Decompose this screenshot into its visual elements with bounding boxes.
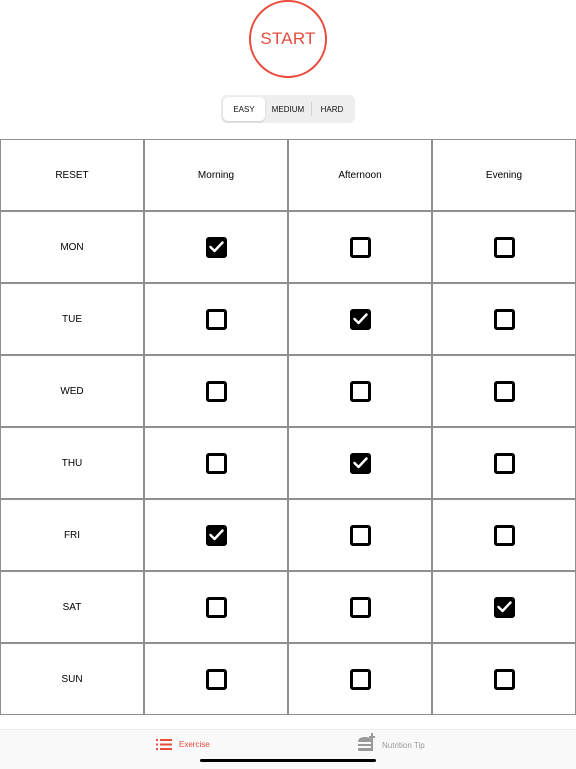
schedule-cell-sat-afternoon	[289, 572, 431, 642]
day-label-sat: SAT	[1, 572, 143, 642]
day-label-wed: WED	[1, 356, 143, 426]
tab-nutrition-tip[interactable]: Nutrition Tip	[357, 733, 425, 751]
schedule-cell-sun-evening	[433, 644, 575, 714]
difficulty-easy[interactable]: EASY	[223, 97, 265, 121]
difficulty-hard[interactable]: HARD	[311, 97, 353, 121]
schedule-cell-thu-evening	[433, 428, 575, 498]
start-button-label: START	[260, 29, 316, 48]
checkmark-icon	[496, 601, 512, 613]
checkbox-tue-afternoon[interactable]	[349, 308, 371, 330]
schedule-cell-tue-morning	[145, 284, 287, 354]
start-button[interactable]: START	[249, 0, 327, 78]
checkbox-sat-evening[interactable]	[493, 596, 515, 618]
checkbox-sun-evening[interactable]	[493, 668, 515, 690]
day-label-text: THU	[61, 457, 83, 469]
day-label-tue: TUE	[1, 284, 143, 354]
checkbox-thu-evening[interactable]	[493, 452, 515, 474]
day-label-text: TUE	[62, 313, 82, 325]
reset-button[interactable]: RESET	[1, 140, 143, 210]
checkbox-mon-afternoon[interactable]	[349, 236, 371, 258]
checkbox-sat-afternoon[interactable]	[349, 596, 371, 618]
difficulty-segmented-control: EASY MEDIUM HARD	[221, 95, 355, 123]
schedule-cell-tue-evening	[433, 284, 575, 354]
schedule-cell-mon-morning	[145, 212, 287, 282]
column-header-evening: Evening	[433, 140, 575, 210]
checkmark-icon	[208, 241, 224, 253]
day-label-sun: SUN	[1, 644, 143, 714]
checkbox-fri-morning[interactable]	[205, 524, 227, 546]
checkbox-fri-afternoon[interactable]	[349, 524, 371, 546]
day-label-text: WED	[60, 385, 84, 397]
column-header-afternoon: Afternoon	[289, 140, 431, 210]
checkbox-tue-evening[interactable]	[493, 308, 515, 330]
checkbox-wed-morning[interactable]	[205, 380, 227, 402]
schedule-cell-thu-morning	[145, 428, 287, 498]
schedule-cell-wed-evening	[433, 356, 575, 426]
column-header-label: Morning	[197, 169, 235, 181]
column-header-label: Afternoon	[338, 169, 382, 181]
schedule-cell-sat-evening	[433, 572, 575, 642]
burger-icon	[358, 733, 375, 751]
list-icon	[156, 739, 172, 750]
column-header-morning: Morning	[145, 140, 287, 210]
schedule-cell-mon-afternoon	[289, 212, 431, 282]
day-label-text: SAT	[62, 601, 82, 613]
day-label-thu: THU	[1, 428, 143, 498]
schedule-cell-sun-afternoon	[289, 644, 431, 714]
day-label-mon: MON	[1, 212, 143, 282]
day-label-text: FRI	[63, 529, 81, 541]
column-header-label: Evening	[485, 169, 523, 181]
home-indicator	[200, 759, 376, 762]
checkbox-tue-morning[interactable]	[205, 308, 227, 330]
day-label-text: MON	[60, 241, 84, 253]
checkbox-mon-morning[interactable]	[205, 236, 227, 258]
tab-exercise-label: Exercise	[179, 740, 210, 749]
schedule-cell-fri-morning	[145, 500, 287, 570]
checkbox-sun-morning[interactable]	[205, 668, 227, 690]
checkbox-wed-afternoon[interactable]	[349, 380, 371, 402]
checkbox-sat-morning[interactable]	[205, 596, 227, 618]
schedule-cell-wed-afternoon	[289, 356, 431, 426]
difficulty-medium-label: MEDIUM	[271, 104, 305, 114]
checkbox-thu-afternoon[interactable]	[349, 452, 371, 474]
schedule-grid: RESET Morning Afternoon Evening MON TUE WE…	[0, 139, 576, 715]
checkbox-thu-morning[interactable]	[205, 452, 227, 474]
tab-bar: Exercise Nutrition Tip	[0, 729, 576, 769]
checkmark-icon	[208, 529, 224, 541]
day-label-text: SUN	[61, 673, 83, 685]
schedule-cell-wed-morning	[145, 356, 287, 426]
checkmark-icon	[352, 313, 368, 325]
schedule-cell-fri-afternoon	[289, 500, 431, 570]
checkbox-mon-evening[interactable]	[493, 236, 515, 258]
schedule-cell-thu-afternoon	[289, 428, 431, 498]
checkbox-fri-evening[interactable]	[493, 524, 515, 546]
reset-label: RESET	[55, 169, 89, 181]
schedule-cell-tue-afternoon	[289, 284, 431, 354]
checkbox-wed-evening[interactable]	[493, 380, 515, 402]
checkmark-icon	[352, 457, 368, 469]
difficulty-easy-label: EASY	[233, 104, 255, 114]
schedule-cell-sat-morning	[145, 572, 287, 642]
difficulty-hard-label: HARD	[320, 104, 344, 114]
tab-nutrition-tip-label: Nutrition Tip	[382, 740, 425, 750]
schedule-cell-mon-evening	[433, 212, 575, 282]
checkbox-sun-afternoon[interactable]	[349, 668, 371, 690]
schedule-cell-sun-morning	[145, 644, 287, 714]
schedule-cell-fri-evening	[433, 500, 575, 570]
tab-exercise[interactable]: Exercise	[156, 739, 210, 750]
difficulty-medium[interactable]: MEDIUM	[265, 97, 311, 121]
day-label-fri: FRI	[1, 500, 143, 570]
